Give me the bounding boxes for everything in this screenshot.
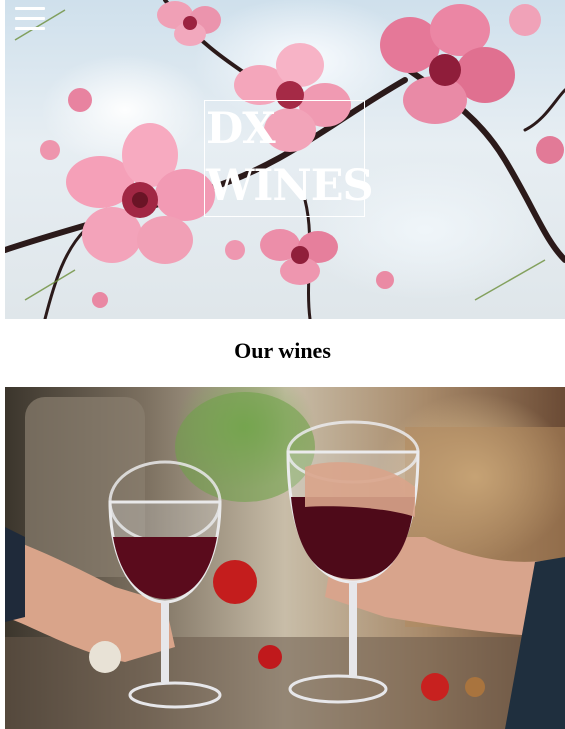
section-title: Our wines xyxy=(234,338,331,363)
logo-text-line1: DX xyxy=(206,104,276,154)
wine-glasses-image xyxy=(5,392,565,729)
logo-text-line2: WINES xyxy=(206,161,374,211)
page: DX WINES Our wines xyxy=(0,0,565,729)
menu-bar-bottom xyxy=(15,27,45,30)
menu-bar-top xyxy=(15,7,45,10)
hamburger-menu-icon[interactable] xyxy=(15,5,45,31)
menu-bar-middle xyxy=(15,17,45,20)
wine-toast-photo xyxy=(5,387,565,729)
